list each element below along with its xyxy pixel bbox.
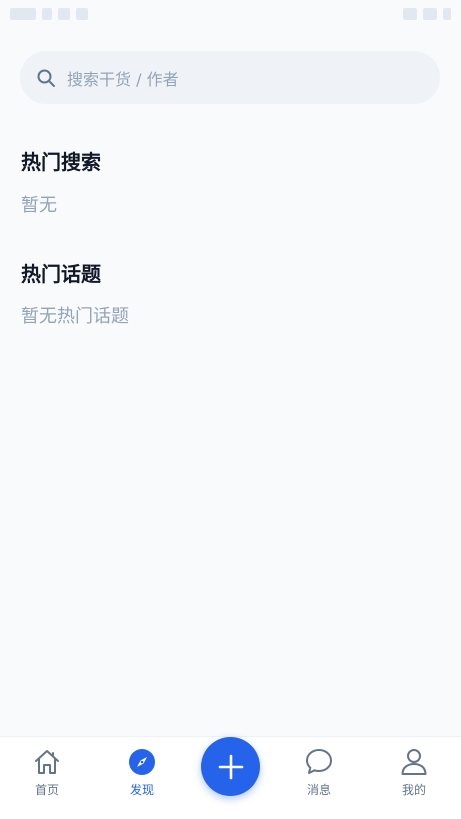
- hot-topics-empty-text: 暂无热门话题: [21, 306, 129, 327]
- app-notification-icon: [76, 8, 88, 20]
- search-icon: [36, 68, 56, 88]
- user-icon: [401, 749, 427, 775]
- status-bar-left-icons: [10, 8, 88, 20]
- download-icon: [58, 8, 70, 20]
- nav-label-home: 首页: [34, 783, 59, 797]
- battery-icon: [443, 8, 451, 20]
- hot-search-empty-text: 暂无: [21, 195, 57, 216]
- status-bar-right-icons: [403, 8, 451, 20]
- notification-icon: [42, 8, 52, 20]
- nav-item-messages[interactable]: 消息: [289, 747, 349, 807]
- nav-label-profile: 我的: [401, 783, 426, 797]
- nav-item-profile[interactable]: 我的: [384, 747, 444, 807]
- nav-item-home[interactable]: 首页: [17, 747, 77, 807]
- time-icon: [10, 8, 36, 20]
- plus-icon: [218, 754, 243, 779]
- home-icon: [35, 750, 59, 774]
- nav-label-discover: 发现: [129, 783, 154, 797]
- nav-item-discover[interactable]: 发现: [112, 747, 172, 807]
- chat-bubble-icon: [306, 749, 332, 774]
- nav-label-messages: 消息: [306, 783, 331, 797]
- status-bar: [0, 0, 461, 32]
- hot-topics-title: 热门话题: [21, 262, 101, 286]
- signal-icon: [423, 8, 437, 20]
- wifi-icon: [403, 8, 417, 20]
- hot-search-title: 热门搜索: [21, 150, 101, 174]
- search-input[interactable]: 搜索干货 / 作者: [20, 51, 440, 104]
- create-post-button[interactable]: [201, 737, 260, 796]
- compass-icon: [129, 749, 155, 775]
- search-placeholder: 搜索干货 / 作者: [67, 69, 179, 89]
